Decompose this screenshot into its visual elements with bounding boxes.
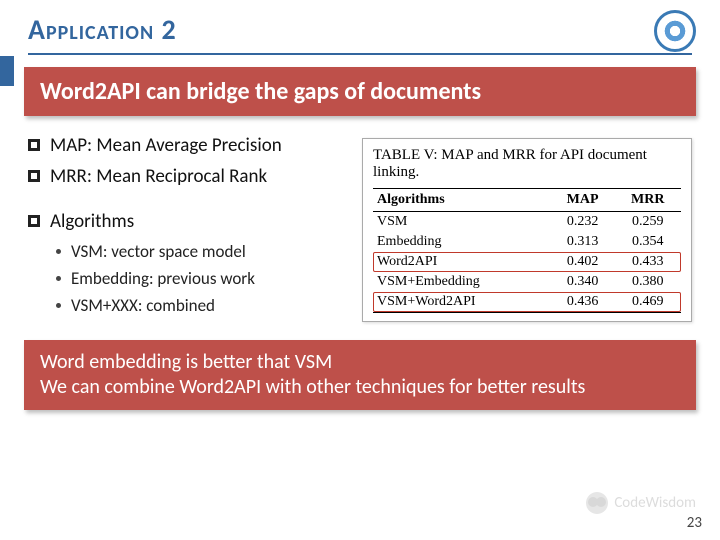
col-header-map: MAP bbox=[551, 188, 615, 211]
university-logo-icon bbox=[654, 10, 696, 52]
dot-bullet-icon bbox=[56, 276, 61, 281]
table-body: VSM0.2320.259Embedding0.3130.354Word2API… bbox=[373, 211, 681, 312]
bullet-column: MAP: Mean Average Precision MRR: Mean Re… bbox=[28, 134, 352, 322]
sub-bullet-list: VSM: vector space model Embedding: previ… bbox=[56, 241, 352, 316]
table-cell: 0.259 bbox=[615, 211, 681, 232]
sub-bullet-embedding: Embedding: previous work bbox=[56, 268, 352, 289]
sub-bullet-text: VSM: vector space model bbox=[71, 241, 246, 262]
sub-bullet-combined: VSM+XXX: combined bbox=[56, 295, 352, 316]
bullet-algorithms: Algorithms bbox=[28, 210, 352, 233]
table-cell: 0.232 bbox=[551, 211, 615, 232]
slide-header: Application 2 bbox=[0, 0, 720, 51]
page-number: 23 bbox=[687, 514, 702, 532]
table-row: VSM0.2320.259 bbox=[373, 211, 681, 232]
subtitle-banner: Word2API can bridge the gaps of document… bbox=[24, 67, 696, 116]
table-cell: 0.340 bbox=[551, 272, 615, 292]
table-cell: 0.402 bbox=[551, 252, 615, 272]
table-caption: TABLE V: MAP and MRR for API document li… bbox=[373, 147, 681, 182]
table-cell: Word2API bbox=[373, 252, 551, 272]
wechat-icon bbox=[586, 492, 608, 514]
table-cell: 0.380 bbox=[615, 272, 681, 292]
dot-bullet-icon bbox=[56, 303, 61, 308]
col-header-mrr: MRR bbox=[615, 188, 681, 211]
watermark-text: CodeWisdom bbox=[614, 494, 696, 512]
square-bullet-icon bbox=[28, 139, 40, 151]
page-title: Application 2 bbox=[28, 12, 692, 47]
results-table: TABLE V: MAP and MRR for API document li… bbox=[362, 138, 692, 322]
table-cell: 0.469 bbox=[615, 292, 681, 313]
logo-inner-icon bbox=[663, 19, 687, 43]
slide: Application 2 Word2API can bridge the ga… bbox=[0, 0, 720, 540]
table-row: Embedding0.3130.354 bbox=[373, 232, 681, 252]
table-cell: VSM bbox=[373, 211, 551, 232]
conclusion-line-1: Word embedding is better that VSM bbox=[40, 350, 680, 375]
conclusion-banner: Word embedding is better that VSM We can… bbox=[24, 340, 696, 410]
table-header-row: Algorithms MAP MRR bbox=[373, 188, 681, 211]
table-cell: Embedding bbox=[373, 232, 551, 252]
table-row: VSM+Embedding0.3400.380 bbox=[373, 272, 681, 292]
bullet-text: MRR: Mean Reciprocal Rank bbox=[50, 165, 267, 188]
square-bullet-icon bbox=[28, 170, 40, 182]
sub-bullet-vsm: VSM: vector space model bbox=[56, 241, 352, 262]
sub-bullet-text: VSM+XXX: combined bbox=[71, 295, 215, 316]
side-accent bbox=[0, 56, 14, 86]
col-header-algo: Algorithms bbox=[373, 188, 551, 211]
table-cell: VSM+Word2API bbox=[373, 292, 551, 313]
table-cell: 0.436 bbox=[551, 292, 615, 313]
bullet-mrr: MRR: Mean Reciprocal Rank bbox=[28, 165, 352, 188]
bullet-text: Algorithms bbox=[50, 210, 134, 233]
data-table: Algorithms MAP MRR VSM0.2320.259Embeddin… bbox=[373, 188, 681, 313]
table-cell: 0.433 bbox=[615, 252, 681, 272]
conclusion-line-2: We can combine Word2API with other techn… bbox=[40, 375, 680, 400]
square-bullet-icon bbox=[28, 215, 40, 227]
title-underline bbox=[28, 53, 692, 55]
table-row: Word2API0.4020.433 bbox=[373, 252, 681, 272]
bullet-text: MAP: Mean Average Precision bbox=[50, 134, 282, 157]
table-row: VSM+Word2API0.4360.469 bbox=[373, 292, 681, 313]
sub-bullet-text: Embedding: previous work bbox=[71, 268, 255, 289]
watermark: CodeWisdom bbox=[586, 492, 696, 514]
content-area: MAP: Mean Average Precision MRR: Mean Re… bbox=[0, 116, 720, 322]
dot-bullet-icon bbox=[56, 249, 61, 254]
table-cell: 0.354 bbox=[615, 232, 681, 252]
bullet-map: MAP: Mean Average Precision bbox=[28, 134, 352, 157]
table-cell: 0.313 bbox=[551, 232, 615, 252]
table-cell: VSM+Embedding bbox=[373, 272, 551, 292]
